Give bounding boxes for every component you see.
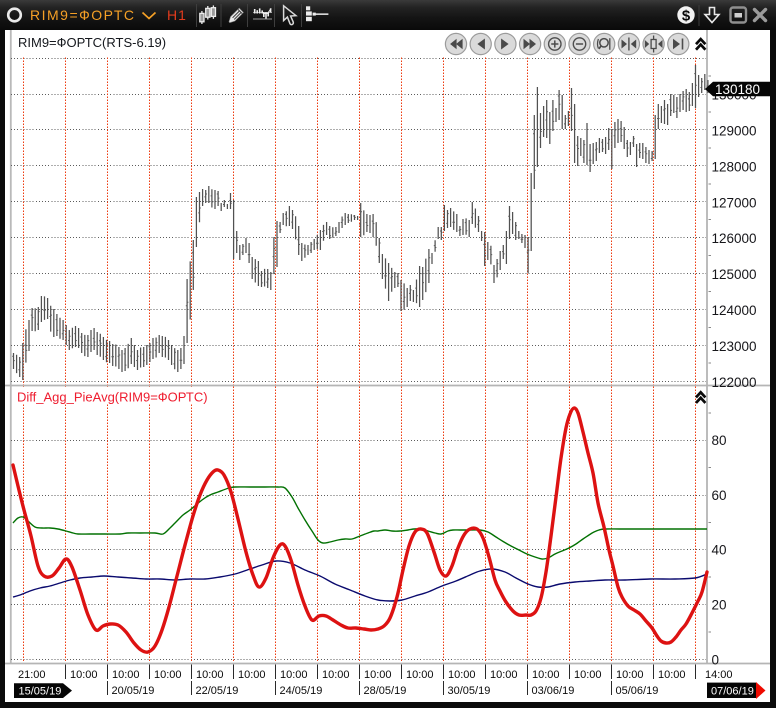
svg-text:05/06/19: 05/06/19 xyxy=(616,685,659,697)
svg-text:10:00: 10:00 xyxy=(238,669,266,681)
svg-text:10:00: 10:00 xyxy=(448,669,476,681)
svg-text:122000: 122000 xyxy=(712,375,757,390)
svg-text:10:00: 10:00 xyxy=(70,669,98,681)
svg-text:127000: 127000 xyxy=(712,195,757,210)
svg-text:126000: 126000 xyxy=(712,231,757,246)
svg-text:24/05/19: 24/05/19 xyxy=(280,685,323,697)
svg-text:Diff_Agg_PieAvg(RIM9=ФОРТС): Diff_Agg_PieAvg(RIM9=ФОРТС) xyxy=(17,390,208,405)
svg-text:28/05/19: 28/05/19 xyxy=(364,685,407,697)
svg-text:20/05/19: 20/05/19 xyxy=(112,685,155,697)
svg-text:125000: 125000 xyxy=(712,267,757,282)
svg-text:22/05/19: 22/05/19 xyxy=(196,685,239,697)
svg-text:0: 0 xyxy=(712,652,720,667)
svg-text:10:00: 10:00 xyxy=(154,669,182,681)
svg-text:10:00: 10:00 xyxy=(112,669,140,681)
svg-text:10:00: 10:00 xyxy=(574,669,602,681)
svg-text:03/06/19: 03/06/19 xyxy=(532,685,575,697)
svg-text:10:00: 10:00 xyxy=(322,669,350,681)
svg-text:10:00: 10:00 xyxy=(280,669,308,681)
svg-text:RIM9=ФОРТС: RIM9=ФОРТС xyxy=(30,7,136,23)
svg-text:80: 80 xyxy=(712,433,727,448)
svg-text:30/05/19: 30/05/19 xyxy=(448,685,491,697)
svg-text:$: $ xyxy=(682,7,691,24)
svg-text:10:00: 10:00 xyxy=(490,669,518,681)
svg-text:21:00: 21:00 xyxy=(18,669,46,681)
svg-text:129000: 129000 xyxy=(712,124,757,139)
svg-text:123000: 123000 xyxy=(712,339,757,354)
svg-text:10:00: 10:00 xyxy=(532,669,560,681)
svg-text:15/05/19: 15/05/19 xyxy=(19,686,62,698)
svg-text:124000: 124000 xyxy=(712,303,757,318)
svg-text:130180: 130180 xyxy=(715,82,760,97)
svg-text:10:00: 10:00 xyxy=(364,669,392,681)
svg-text:14:00: 14:00 xyxy=(705,669,733,681)
svg-text:RIM9=ФОРТС(RTS-6.19): RIM9=ФОРТС(RTS-6.19) xyxy=(18,35,166,50)
svg-text:07/06/19: 07/06/19 xyxy=(711,686,754,698)
svg-text:10:00: 10:00 xyxy=(658,669,686,681)
svg-text:20: 20 xyxy=(712,598,727,613)
svg-text:10:00: 10:00 xyxy=(406,669,434,681)
svg-text:60: 60 xyxy=(712,488,727,503)
svg-text:10:00: 10:00 xyxy=(196,669,224,681)
svg-text:128000: 128000 xyxy=(712,159,757,174)
svg-text:H1: H1 xyxy=(167,7,187,23)
svg-text:40: 40 xyxy=(712,543,727,558)
svg-text:10:00: 10:00 xyxy=(616,669,644,681)
